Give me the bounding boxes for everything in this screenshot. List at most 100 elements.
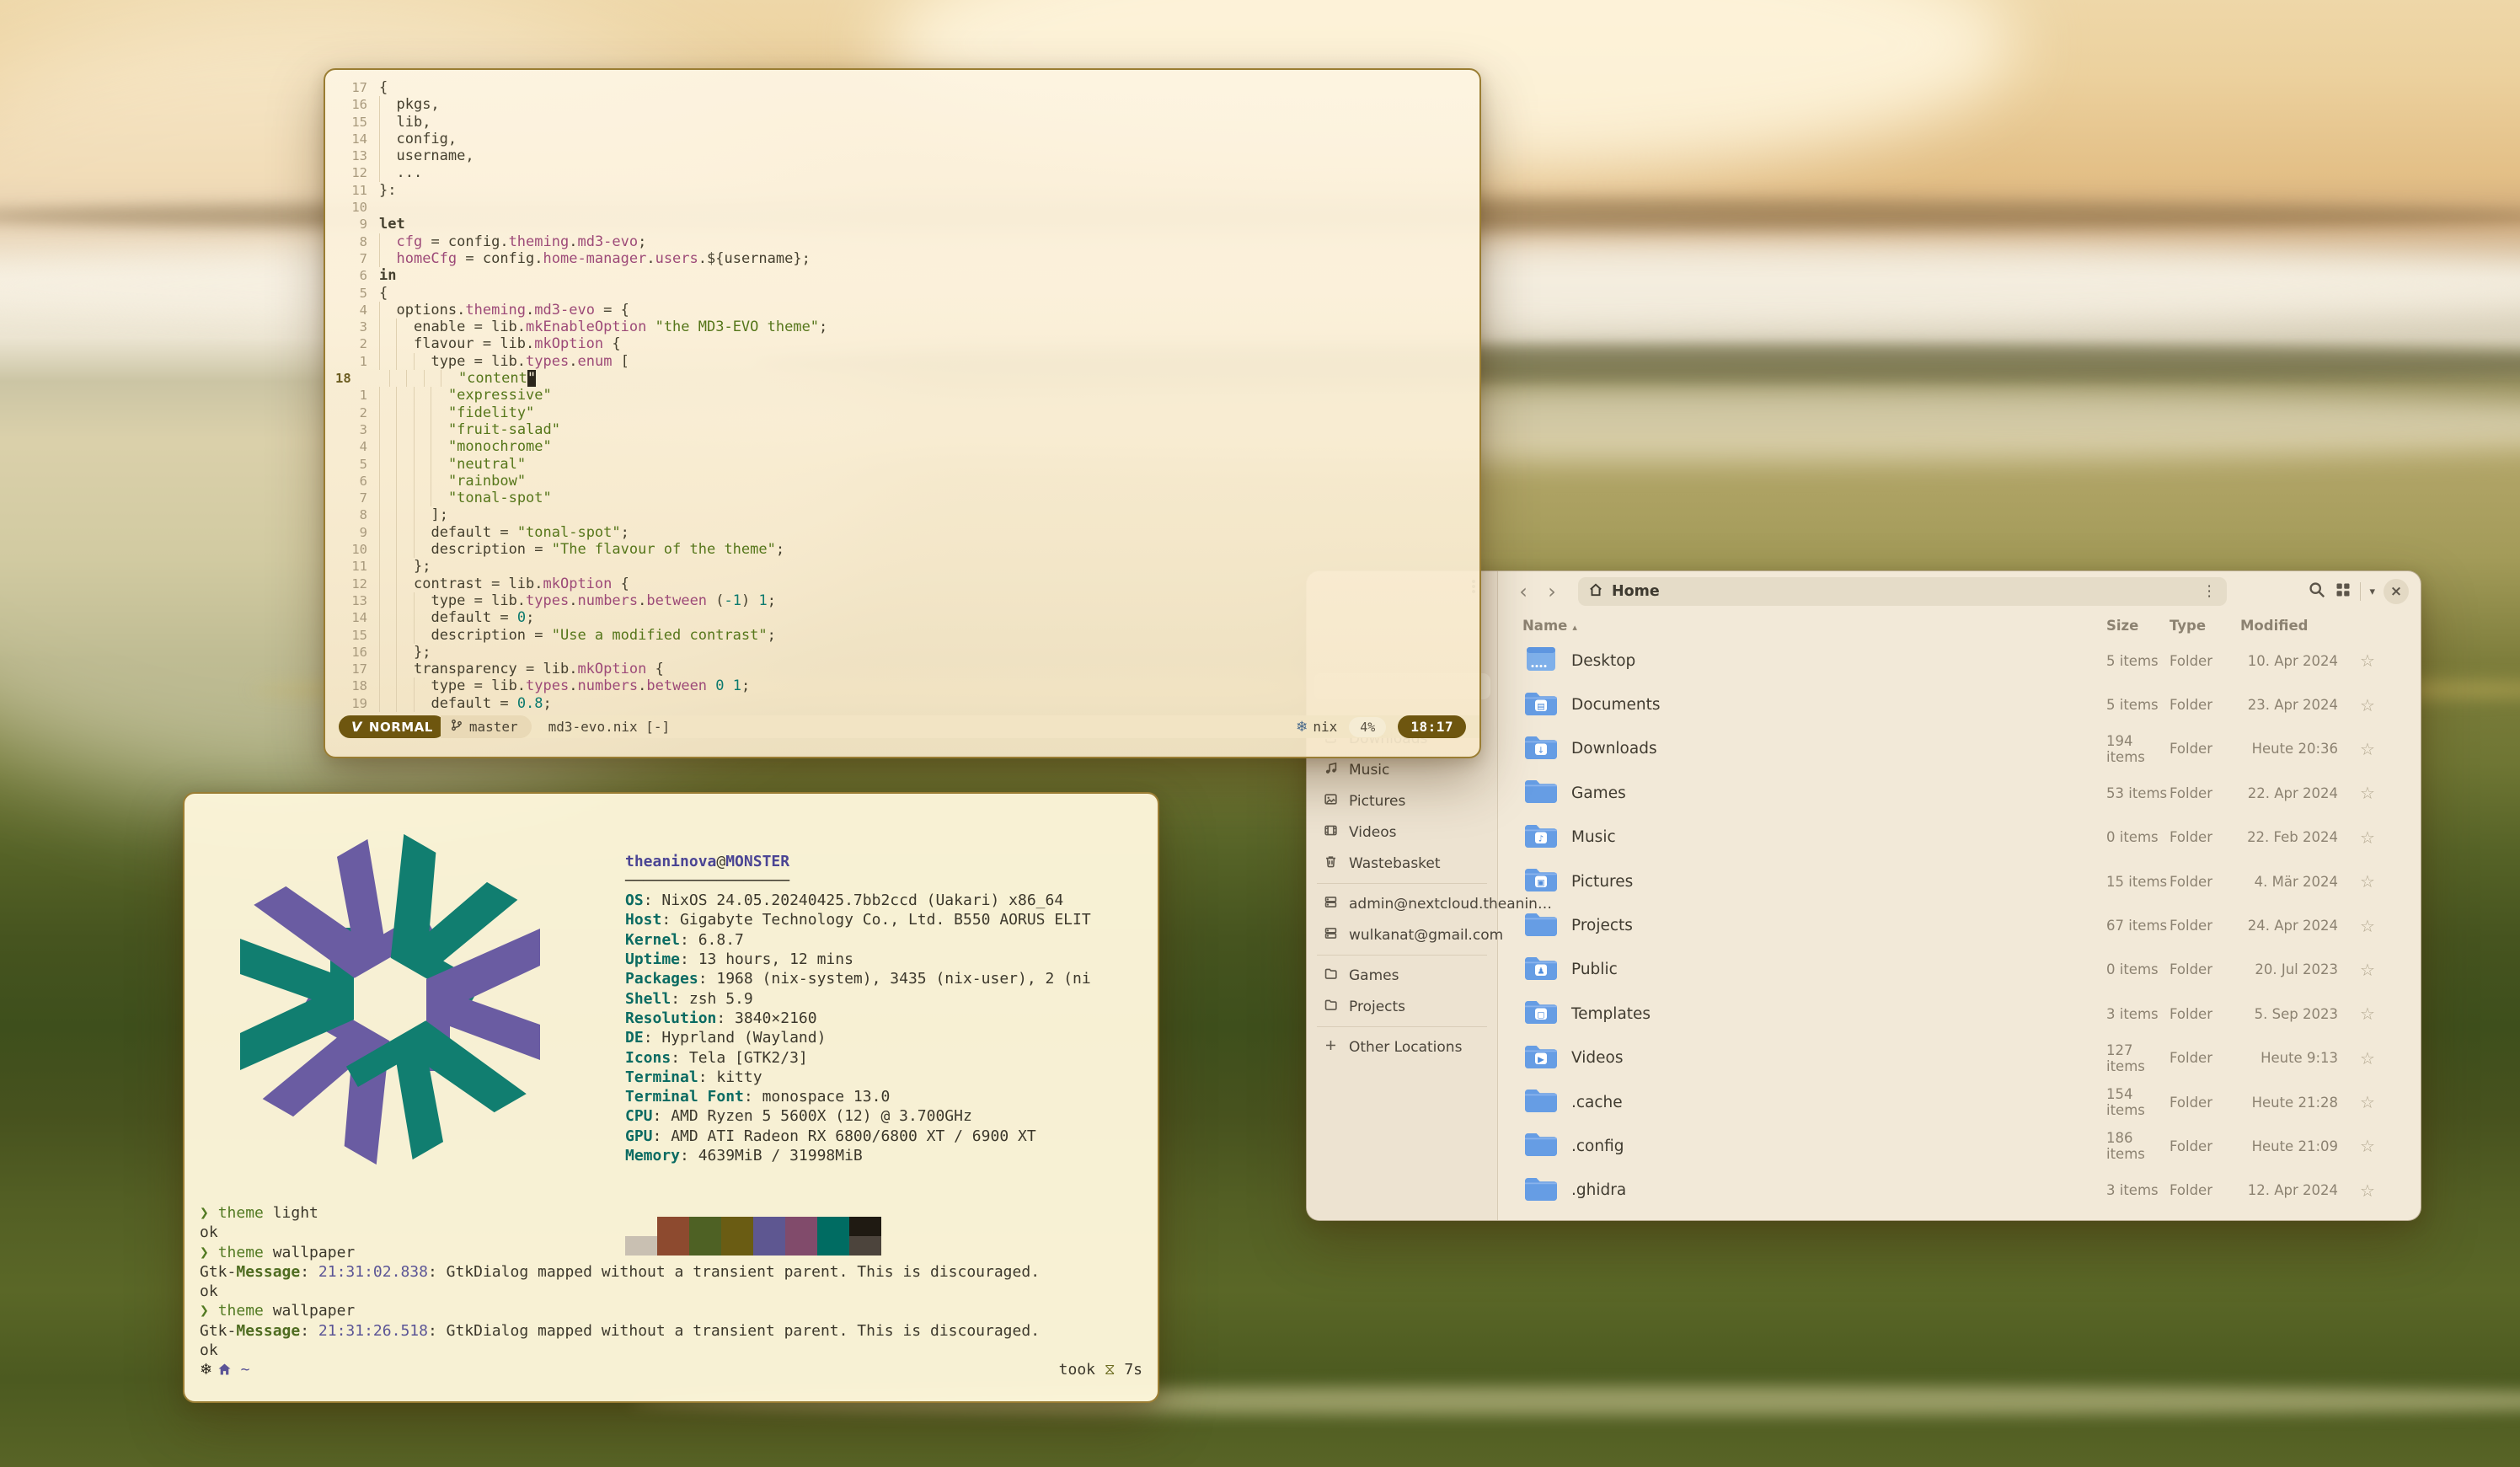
file-row[interactable]: ↓Downloads194 itemsFolderHeute 20:36☆ bbox=[1522, 727, 2400, 771]
star-icon[interactable]: ☆ bbox=[2338, 1004, 2397, 1024]
sidebar-item-label: Videos bbox=[1349, 824, 1397, 841]
file-row[interactable]: .ghidra3 itemsFolder12. Apr 2024☆ bbox=[1522, 1169, 2400, 1213]
sidebar-item-projects[interactable]: Projects bbox=[1307, 991, 1497, 1022]
editor-line[interactable]: 12 contrast = lib.mkOption { bbox=[325, 576, 1479, 592]
sidebar-item-other-locations[interactable]: Other Locations bbox=[1307, 1031, 1497, 1063]
editor-line[interactable]: 15 description = "Use a modified contras… bbox=[325, 627, 1479, 644]
sidebar-item-pictures[interactable]: Pictures bbox=[1307, 785, 1497, 816]
editor-line[interactable]: 8 cfg = config.theming.md3-evo; bbox=[325, 233, 1479, 250]
sidebar-item-music[interactable]: Music bbox=[1307, 754, 1497, 785]
file-row[interactable]: .cache154 itemsFolderHeute 21:28☆ bbox=[1522, 1080, 2400, 1124]
server-icon bbox=[1324, 895, 1338, 913]
editor-line[interactable]: 3 "fruit-salad" bbox=[325, 421, 1479, 438]
sidebar-item-videos[interactable]: Videos bbox=[1307, 816, 1497, 848]
editor-line[interactable]: 10 bbox=[325, 199, 1479, 216]
star-icon[interactable]: ☆ bbox=[2338, 960, 2397, 980]
folder-icon bbox=[1324, 966, 1338, 985]
file-row[interactable]: ▣Pictures15 itemsFolder4. Mär 2024☆ bbox=[1522, 859, 2400, 903]
editor-line[interactable]: 9let bbox=[325, 216, 1479, 233]
editor-line[interactable]: 2 "fidelity" bbox=[325, 404, 1479, 421]
star-icon[interactable]: ☆ bbox=[2338, 739, 2397, 759]
editor-line[interactable]: 7 "tonal-spot" bbox=[325, 490, 1479, 506]
editor-line[interactable]: 2 flavour = lib.mkOption { bbox=[325, 335, 1479, 352]
file-row[interactable]: ♟Public0 itemsFolder20. Jul 2023☆ bbox=[1522, 948, 2400, 992]
editor-line[interactable]: 8 ]; bbox=[325, 506, 1479, 523]
editor-line[interactable]: 19 default = 0.8; bbox=[325, 695, 1479, 712]
star-icon[interactable]: ☆ bbox=[2338, 916, 2397, 936]
file-row[interactable]: Games53 itemsFolder22. Apr 2024☆ bbox=[1522, 771, 2400, 815]
editor-line[interactable]: 13 type = lib.types.numbers.between (-1)… bbox=[325, 592, 1479, 609]
editor-line[interactable]: 5 "neutral" bbox=[325, 456, 1479, 473]
editor-line[interactable]: 13 username, bbox=[325, 147, 1479, 164]
line-number: 2 bbox=[325, 335, 379, 352]
editor-line[interactable]: 6 "rainbow" bbox=[325, 473, 1479, 490]
shell-input-line[interactable]: ❯ bbox=[200, 1382, 1142, 1403]
file-type: Folder bbox=[2170, 785, 2228, 801]
star-icon[interactable]: ☆ bbox=[2338, 827, 2397, 848]
language-label: nix bbox=[1313, 719, 1337, 735]
editor-line[interactable]: 18 "content" bbox=[325, 370, 1479, 387]
sidebar-item-wastebasket[interactable]: Wastebasket bbox=[1307, 848, 1497, 879]
editor-line[interactable]: 16 pkgs, bbox=[325, 96, 1479, 113]
file-modified: 10. Apr 2024 bbox=[2228, 653, 2338, 669]
star-icon[interactable]: ☆ bbox=[2338, 695, 2397, 715]
editor-line[interactable]: 5{ bbox=[325, 285, 1479, 302]
star-icon[interactable]: ☆ bbox=[2338, 1181, 2397, 1201]
file-row[interactable]: Desktop5 itemsFolder10. Apr 2024☆ bbox=[1522, 639, 2400, 683]
editor-line[interactable]: 4 "monochrome" bbox=[325, 438, 1479, 455]
back-button[interactable]: ‹ bbox=[1509, 577, 1538, 606]
editor-line[interactable]: 7 homeCfg = config.home-manager.users.${… bbox=[325, 250, 1479, 267]
editor-line[interactable]: 1 type = lib.types.enum [ bbox=[325, 353, 1479, 370]
star-icon[interactable]: ☆ bbox=[2338, 1136, 2397, 1156]
file-row[interactable]: ▶Videos127 itemsFolderHeute 9:13☆ bbox=[1522, 1036, 2400, 1080]
sidebar-item-games[interactable]: Games bbox=[1307, 960, 1497, 991]
editor-line[interactable]: 10 description = "The flavour of the the… bbox=[325, 541, 1479, 558]
editor-line[interactable]: 18 type = lib.types.numbers.between 0 1; bbox=[325, 677, 1479, 694]
editor-line[interactable]: 1 "expressive" bbox=[325, 387, 1479, 404]
editor-line[interactable]: 16 }; bbox=[325, 644, 1479, 661]
line-number: 2 bbox=[325, 404, 379, 421]
terminal-window[interactable]: theaninova@MONSTER──────────────────OS: … bbox=[183, 792, 1159, 1403]
column-name[interactable]: Name▴ bbox=[1522, 618, 2106, 634]
editor-line[interactable]: 12 ... bbox=[325, 164, 1479, 181]
column-modified[interactable]: Modified bbox=[2228, 618, 2338, 634]
file-row[interactable]: Projects67 itemsFolder24. Apr 2024☆ bbox=[1522, 903, 2400, 947]
editor-line[interactable]: 6in bbox=[325, 267, 1479, 284]
sidebar-separator bbox=[1317, 1026, 1487, 1027]
sidebar-item-admin-nextcloud-theanin-[interactable]: admin@nextcloud.theanin… bbox=[1307, 888, 1497, 919]
grid-view-icon[interactable] bbox=[2335, 581, 2351, 602]
column-size[interactable]: Size bbox=[2106, 618, 2170, 634]
file-row[interactable]: .config186 itemsFolderHeute 21:09☆ bbox=[1522, 1124, 2400, 1168]
file-row[interactable]: ▢Templates3 itemsFolder5. Sep 2023☆ bbox=[1522, 992, 2400, 1036]
editor-line[interactable]: 11 }; bbox=[325, 558, 1479, 575]
line-number: 8 bbox=[325, 233, 379, 250]
path-menu-icon[interactable]: ⋮ bbox=[2202, 583, 2218, 600]
star-icon[interactable]: ☆ bbox=[2338, 651, 2397, 671]
editor-line[interactable]: 14 default = 0; bbox=[325, 609, 1479, 626]
close-button[interactable]: × bbox=[2384, 579, 2409, 604]
editor-line[interactable]: 17{ bbox=[325, 79, 1479, 96]
star-icon[interactable]: ☆ bbox=[2338, 1048, 2397, 1068]
editor-code[interactable]: 17{16 pkgs,15 lib,14 config,13 username,… bbox=[325, 70, 1479, 714]
editor-line[interactable]: 17 transparency = lib.mkOption { bbox=[325, 661, 1479, 677]
file-row[interactable]: ▤Documents5 itemsFolder23. Apr 2024☆ bbox=[1522, 683, 2400, 726]
forward-button[interactable]: › bbox=[1538, 577, 1566, 606]
file-row[interactable]: ♪Music0 itemsFolder22. Feb 2024☆ bbox=[1522, 816, 2400, 859]
file-type: Folder bbox=[2170, 829, 2228, 845]
line-number: 5 bbox=[325, 456, 379, 473]
editor-line[interactable]: 9 default = "tonal-spot"; bbox=[325, 524, 1479, 541]
path-bar[interactable]: Home ⋮ bbox=[1578, 577, 2227, 606]
sidebar-item-wulkanat-gmail-com[interactable]: wulkanat@gmail.com bbox=[1307, 919, 1497, 950]
star-icon[interactable]: ☆ bbox=[2338, 783, 2397, 803]
column-type[interactable]: Type bbox=[2170, 618, 2228, 634]
star-icon[interactable]: ☆ bbox=[2338, 871, 2397, 891]
file-name: Videos bbox=[1565, 1049, 2106, 1067]
editor-line[interactable]: 15 lib, bbox=[325, 114, 1479, 131]
editor-line[interactable]: 4 options.theming.md3-evo = { bbox=[325, 302, 1479, 319]
editor-line[interactable]: 11}: bbox=[325, 182, 1479, 199]
search-icon[interactable] bbox=[2308, 581, 2326, 602]
view-dropdown-icon[interactable]: ▾ bbox=[2369, 586, 2375, 598]
editor-line[interactable]: 3 enable = lib.mkEnableOption "the MD3-E… bbox=[325, 319, 1479, 335]
star-icon[interactable]: ☆ bbox=[2338, 1092, 2397, 1112]
editor-line[interactable]: 14 config, bbox=[325, 131, 1479, 147]
